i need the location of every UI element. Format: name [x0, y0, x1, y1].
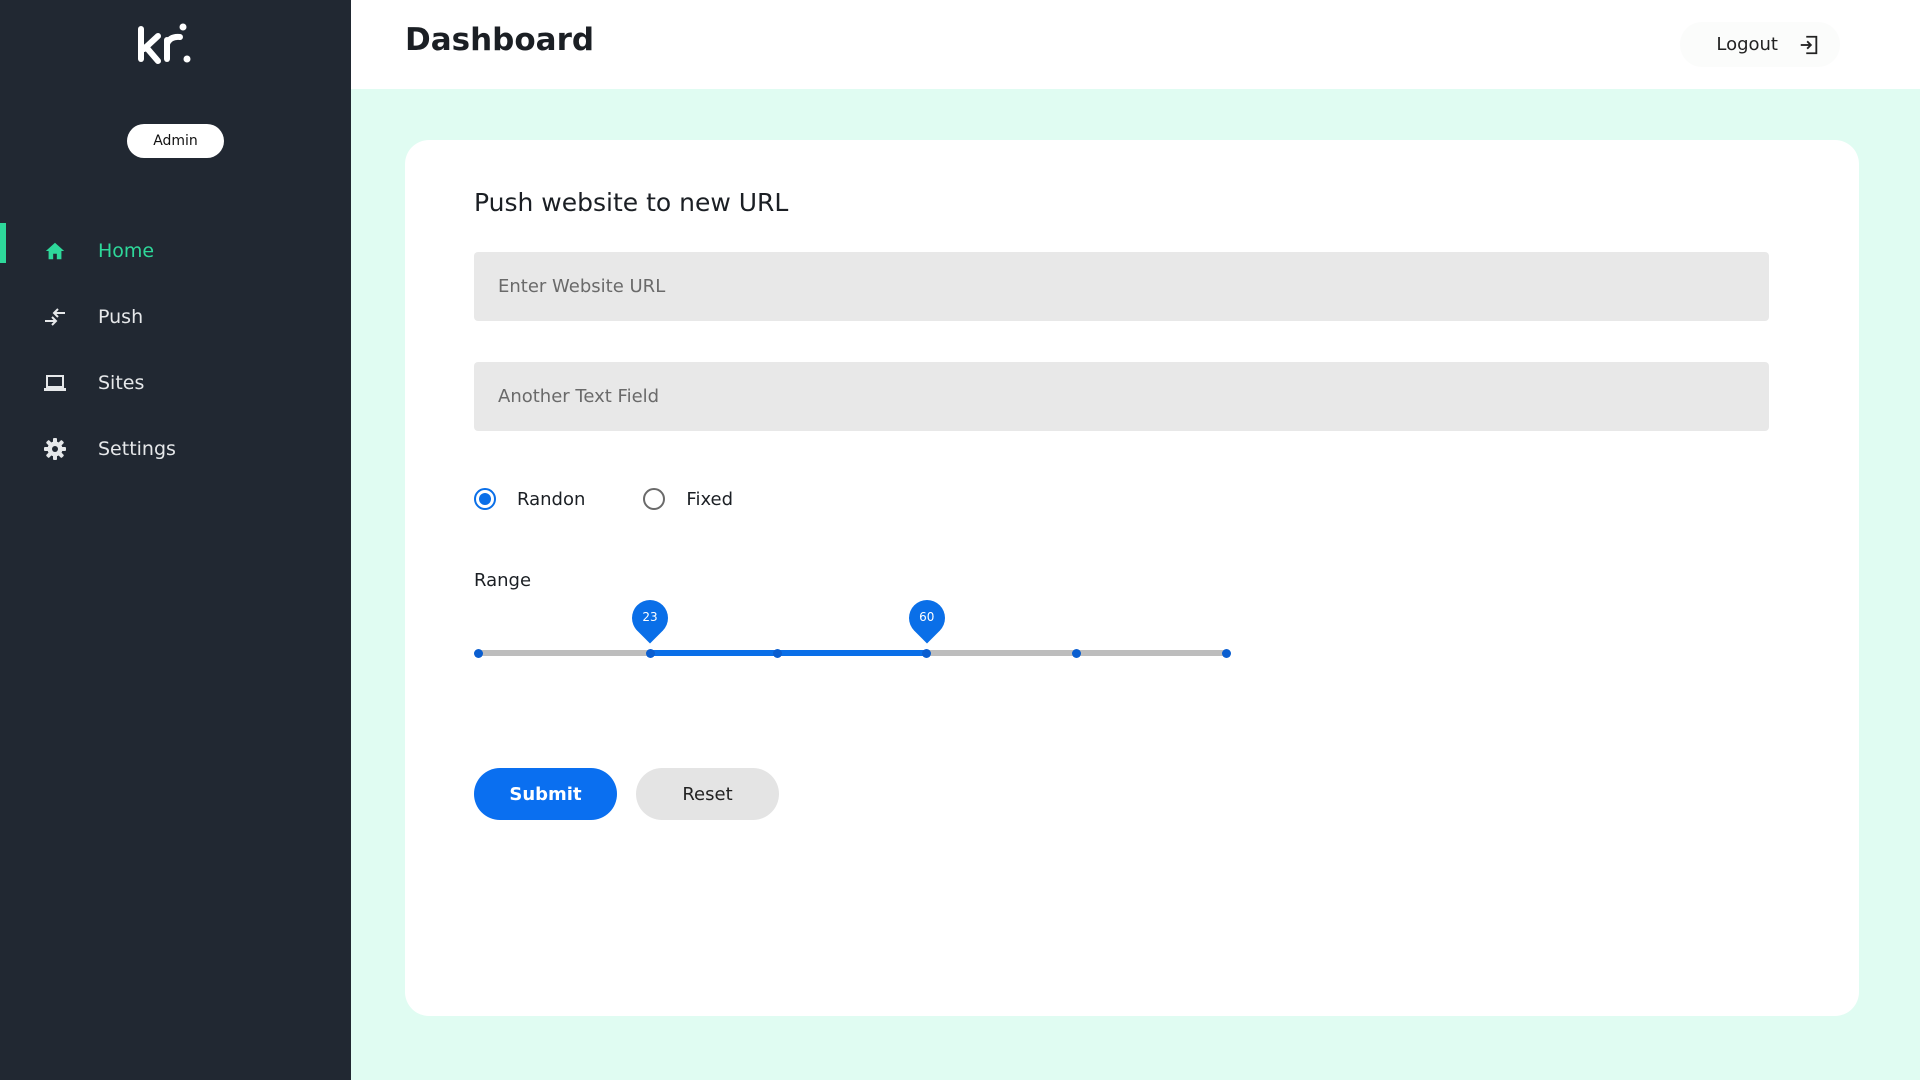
slider-high-value: 60: [919, 610, 935, 624]
sidebar-item-label: Home: [98, 240, 155, 262]
sidebar-item-settings[interactable]: Settings: [0, 416, 351, 482]
range-slider[interactable]: 23 60: [473, 592, 1231, 680]
form-title: Push website to new URL: [474, 188, 789, 217]
top-header: Dashboard Logout: [351, 0, 1920, 89]
role-badge: Admin: [127, 124, 224, 158]
sidebar-item-label: Push: [98, 306, 144, 328]
slider-thumb-high[interactable]: 60: [901, 592, 953, 652]
logout-label: Logout: [1716, 34, 1778, 55]
page-title: Dashboard: [405, 22, 595, 58]
slider-tick-mark: [473, 649, 483, 658]
submit-button[interactable]: Submit: [474, 768, 617, 820]
push-form-card: Push website to new URL Randon Fixed Ran…: [405, 140, 1859, 1016]
slider-thumb-low[interactable]: 23: [624, 592, 676, 652]
mode-radio-group: Randon Fixed: [474, 488, 791, 510]
radio-button-unchecked[interactable]: [643, 488, 666, 510]
sidebar-item-sites[interactable]: Sites: [0, 350, 351, 416]
active-indicator: [0, 355, 6, 395]
radio-option-fixed[interactable]: Fixed: [643, 488, 733, 510]
slider-tick-mark: [772, 649, 782, 658]
radio-label: Fixed: [686, 488, 734, 510]
active-indicator: [0, 223, 6, 263]
website-url-input[interactable]: [474, 252, 1769, 321]
radio-label: Randon: [517, 488, 586, 510]
radio-option-randon[interactable]: Randon: [474, 488, 585, 510]
laptop-icon: [42, 370, 68, 396]
slider-tick-mark: [1071, 649, 1081, 658]
reset-button[interactable]: Reset: [636, 768, 779, 820]
sidebar-item-home[interactable]: Home: [0, 218, 351, 284]
active-indicator: [0, 421, 6, 461]
radio-button-checked[interactable]: [474, 488, 496, 510]
sidebar-item-label: Sites: [98, 372, 145, 394]
range-label: Range: [474, 570, 532, 591]
gear-icon: [42, 436, 68, 462]
sidebar-nav: Home Push Sites Settings: [0, 218, 351, 482]
sidebar: Admin Home Push Sites Settings: [0, 0, 351, 1080]
sidebar-item-label: Settings: [98, 438, 176, 460]
logout-button[interactable]: Logout: [1680, 22, 1840, 67]
logout-icon: [1798, 33, 1822, 57]
push-arrows-icon: [42, 304, 68, 330]
slider-tick-mark: [1221, 649, 1231, 658]
sidebar-item-push[interactable]: Push: [0, 284, 351, 350]
slider-low-value: 23: [642, 610, 658, 624]
active-indicator: [0, 289, 6, 329]
another-text-field[interactable]: [474, 362, 1769, 431]
home-icon: [42, 238, 68, 264]
brand-logo[interactable]: [136, 22, 196, 68]
slider-selected-range: [650, 650, 927, 656]
